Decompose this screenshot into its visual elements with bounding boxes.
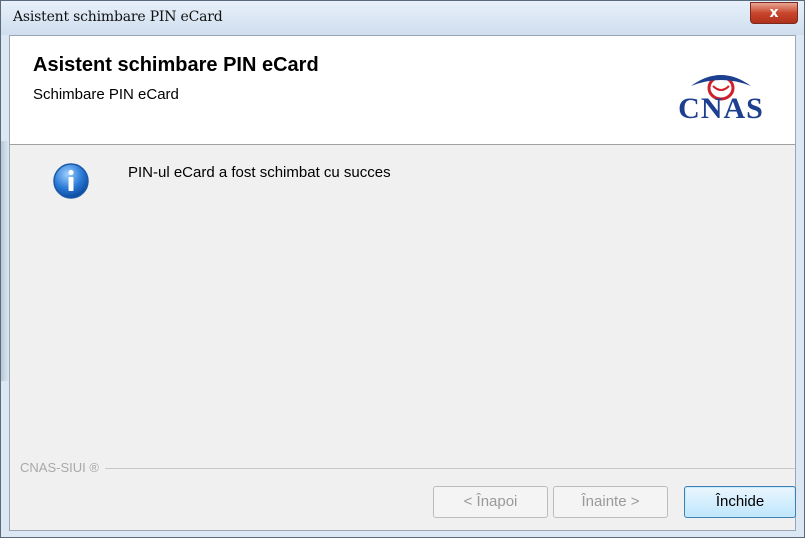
info-icon	[52, 162, 90, 200]
header-title: Asistent schimbare PIN eCard	[33, 54, 319, 76]
next-button[interactable]: Înainte >	[553, 486, 668, 518]
wizard-window: Asistent schimbare PIN eCard x Asistent …	[0, 0, 805, 538]
close-button[interactable]: Închide	[684, 486, 796, 518]
close-window-button[interactable]: x	[750, 2, 798, 24]
status-message: PIN-ul eCard a fost schimbat cu succes	[128, 164, 391, 181]
cnas-logo: CNAS	[661, 66, 781, 126]
footer-brand: CNAS-SIUI ®	[20, 460, 105, 475]
window-title: Asistent schimbare PIN eCard	[13, 9, 223, 25]
wizard-header: Asistent schimbare PIN eCard Schimbare P…	[10, 36, 795, 145]
window-frame-accent	[1, 141, 9, 381]
back-button[interactable]: < Înapoi	[433, 486, 548, 518]
header-subtitle: Schimbare PIN eCard	[33, 86, 179, 103]
title-bar[interactable]: Asistent schimbare PIN eCard x	[1, 1, 804, 35]
footer-divider	[20, 468, 795, 469]
cnas-logo-text: CNAS	[678, 92, 764, 125]
wizard-client-area: Asistent schimbare PIN eCard Schimbare P…	[9, 35, 796, 531]
